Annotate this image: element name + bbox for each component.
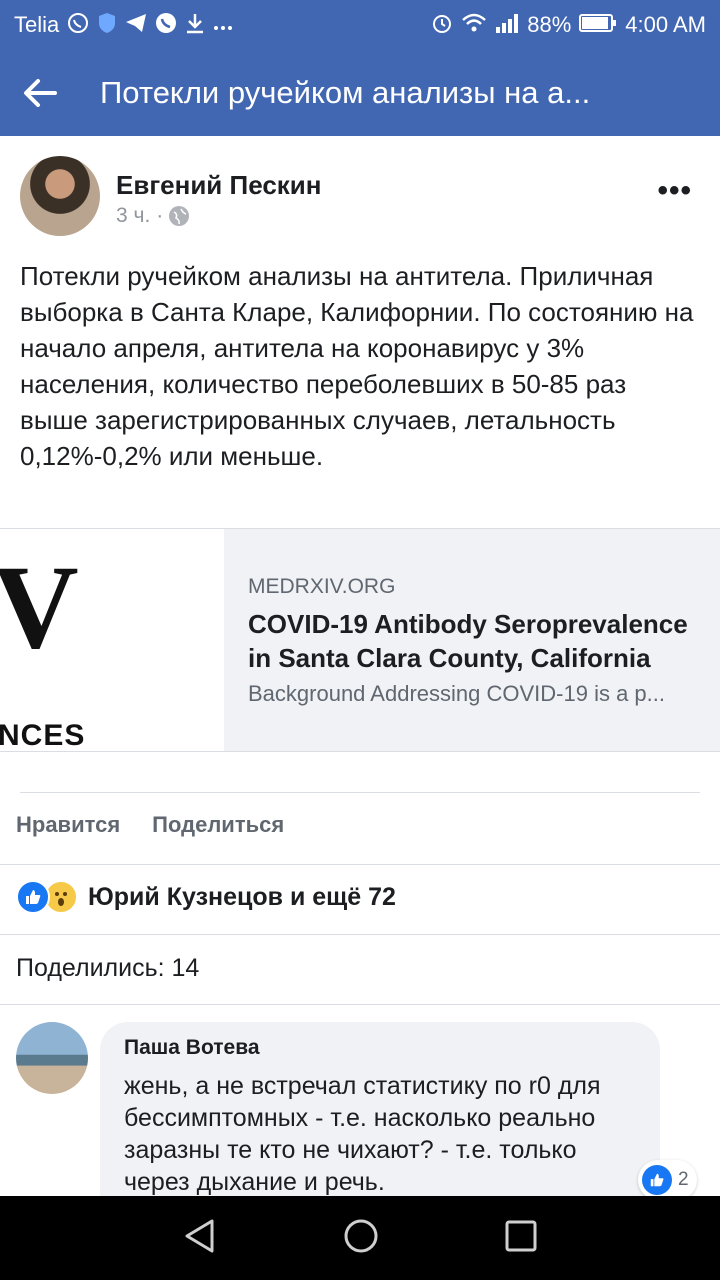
link-thumbnail: V NCES [0, 529, 224, 751]
clock: 4:00 AM [625, 12, 706, 37]
globe-icon [169, 206, 190, 226]
whatsapp-icon [67, 12, 89, 38]
shares-count[interactable]: Поделились: 14 [16, 954, 199, 983]
comment-text: жень, а не встречал статистику по r0 для… [124, 1072, 601, 1196]
more-options-button[interactable]: ••• [657, 174, 692, 208]
thumbnail-logo-text: NCES [0, 719, 86, 751]
post-text: Потекли ручейком анализы на антитела. Пр… [20, 261, 694, 471]
reactions-summary[interactable]: Юрий Кузнецов и ещё 72 [16, 880, 396, 914]
divider [0, 1004, 720, 1005]
post-time[interactable]: 3 ч. [116, 204, 150, 228]
shield-icon [97, 12, 117, 38]
page-title: Потекли ручейком анализы на а... [100, 75, 591, 110]
like-reaction-icon [16, 880, 50, 914]
battery-icon [579, 13, 617, 37]
link-domain: MEDRXIV.ORG [248, 575, 396, 598]
signal-icon [495, 13, 519, 37]
viber-icon [155, 12, 177, 38]
share-button[interactable]: Поделиться [152, 812, 284, 838]
divider [20, 792, 700, 793]
status-bar: Telia 88% 4:00 AM [0, 0, 720, 50]
post-actions: Нравится Поделиться [16, 812, 284, 838]
divider [0, 864, 720, 865]
link-description: Background Addressing COVID-19 is a p... [248, 681, 665, 706]
wifi-icon [461, 13, 487, 37]
telegram-icon [125, 13, 147, 37]
comment-reaction-count: 2 [678, 1169, 689, 1190]
link-preview[interactable]: V NCES MEDRXIV.ORG COVID-19 Antibody Ser… [0, 528, 720, 752]
link-title: COVID-19 Antibody Seroprevalence in Sant… [248, 609, 688, 673]
nav-home-icon[interactable] [343, 1218, 379, 1259]
meta-separator: · [156, 204, 164, 227]
thumbnail-logo-letter: V [0, 540, 79, 673]
alarm-icon [431, 12, 453, 38]
post-meta: 3 ч. · [116, 204, 190, 228]
more-notifications-icon [213, 15, 233, 35]
system-nav-bar [0, 1196, 720, 1280]
post-header: Евгений Пескин 3 ч. · ••• [20, 156, 700, 238]
comment-author[interactable]: Паша Вотева [124, 1036, 636, 1060]
arrow-left-icon [24, 79, 57, 107]
divider [0, 934, 720, 935]
download-icon [185, 12, 205, 38]
reactions-text: Юрий Кузнецов и ещё 72 [88, 882, 396, 911]
battery-percent: 88% [527, 12, 572, 37]
comment-reaction-badge[interactable]: 2 [638, 1160, 697, 1200]
nav-back-icon[interactable] [183, 1218, 217, 1259]
back-button[interactable] [0, 50, 80, 136]
commenter-avatar[interactable] [16, 1022, 88, 1094]
carrier-label: Telia [14, 12, 60, 37]
app-bar: Потекли ручейком анализы на а... [0, 50, 720, 136]
like-button[interactable]: Нравится [16, 812, 120, 838]
nav-recents-icon[interactable] [505, 1220, 537, 1257]
like-reaction-icon [642, 1165, 672, 1195]
comment-bubble: Паша Вотева жень, а не встречал статисти… [100, 1022, 660, 1222]
author-avatar[interactable] [20, 156, 100, 236]
author-name[interactable]: Евгений Пескин [116, 170, 321, 201]
link-body: MEDRXIV.ORG COVID-19 Antibody Seropreval… [224, 529, 720, 751]
